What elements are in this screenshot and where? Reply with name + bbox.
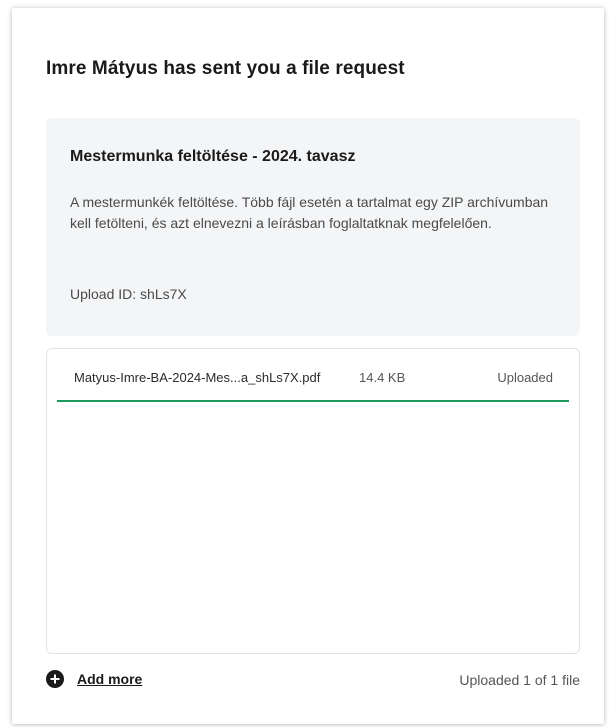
- request-title: Mestermunka feltöltése - 2024. tavasz: [70, 148, 356, 165]
- file-size: 14.4 KB: [359, 370, 406, 385]
- footer: Add more Uploaded 1 of 1 file: [46, 666, 580, 694]
- request-description: A mestermunkék feltöltése. Több fájl ese…: [70, 194, 549, 231]
- upload-id: Upload ID: shLs7X: [70, 286, 187, 302]
- upload-progress-fill: [57, 400, 569, 402]
- file-request-card: Imre Mátyus has sent you a file request …: [12, 8, 604, 724]
- upload-progress-bar: [57, 400, 569, 402]
- add-more-button[interactable]: Add more: [46, 670, 142, 688]
- file-status: Uploaded: [497, 370, 553, 385]
- add-more-label: Add more: [77, 671, 143, 687]
- file-name: Matyus-Imre-BA-2024-Mes...a_shLs7X.pdf: [74, 370, 321, 385]
- file-list: Matyus-Imre-BA-2024-Mes...a_shLs7X.pdf 1…: [46, 348, 580, 654]
- plus-circle-icon: [46, 670, 64, 688]
- page-title: Imre Mátyus has sent you a file request: [46, 58, 405, 79]
- request-details: Mestermunka feltöltése - 2024. tavasz A …: [46, 118, 580, 336]
- file-item: Matyus-Imre-BA-2024-Mes...a_shLs7X.pdf 1…: [57, 359, 569, 403]
- upload-count: Uploaded 1 of 1 file: [459, 672, 580, 688]
